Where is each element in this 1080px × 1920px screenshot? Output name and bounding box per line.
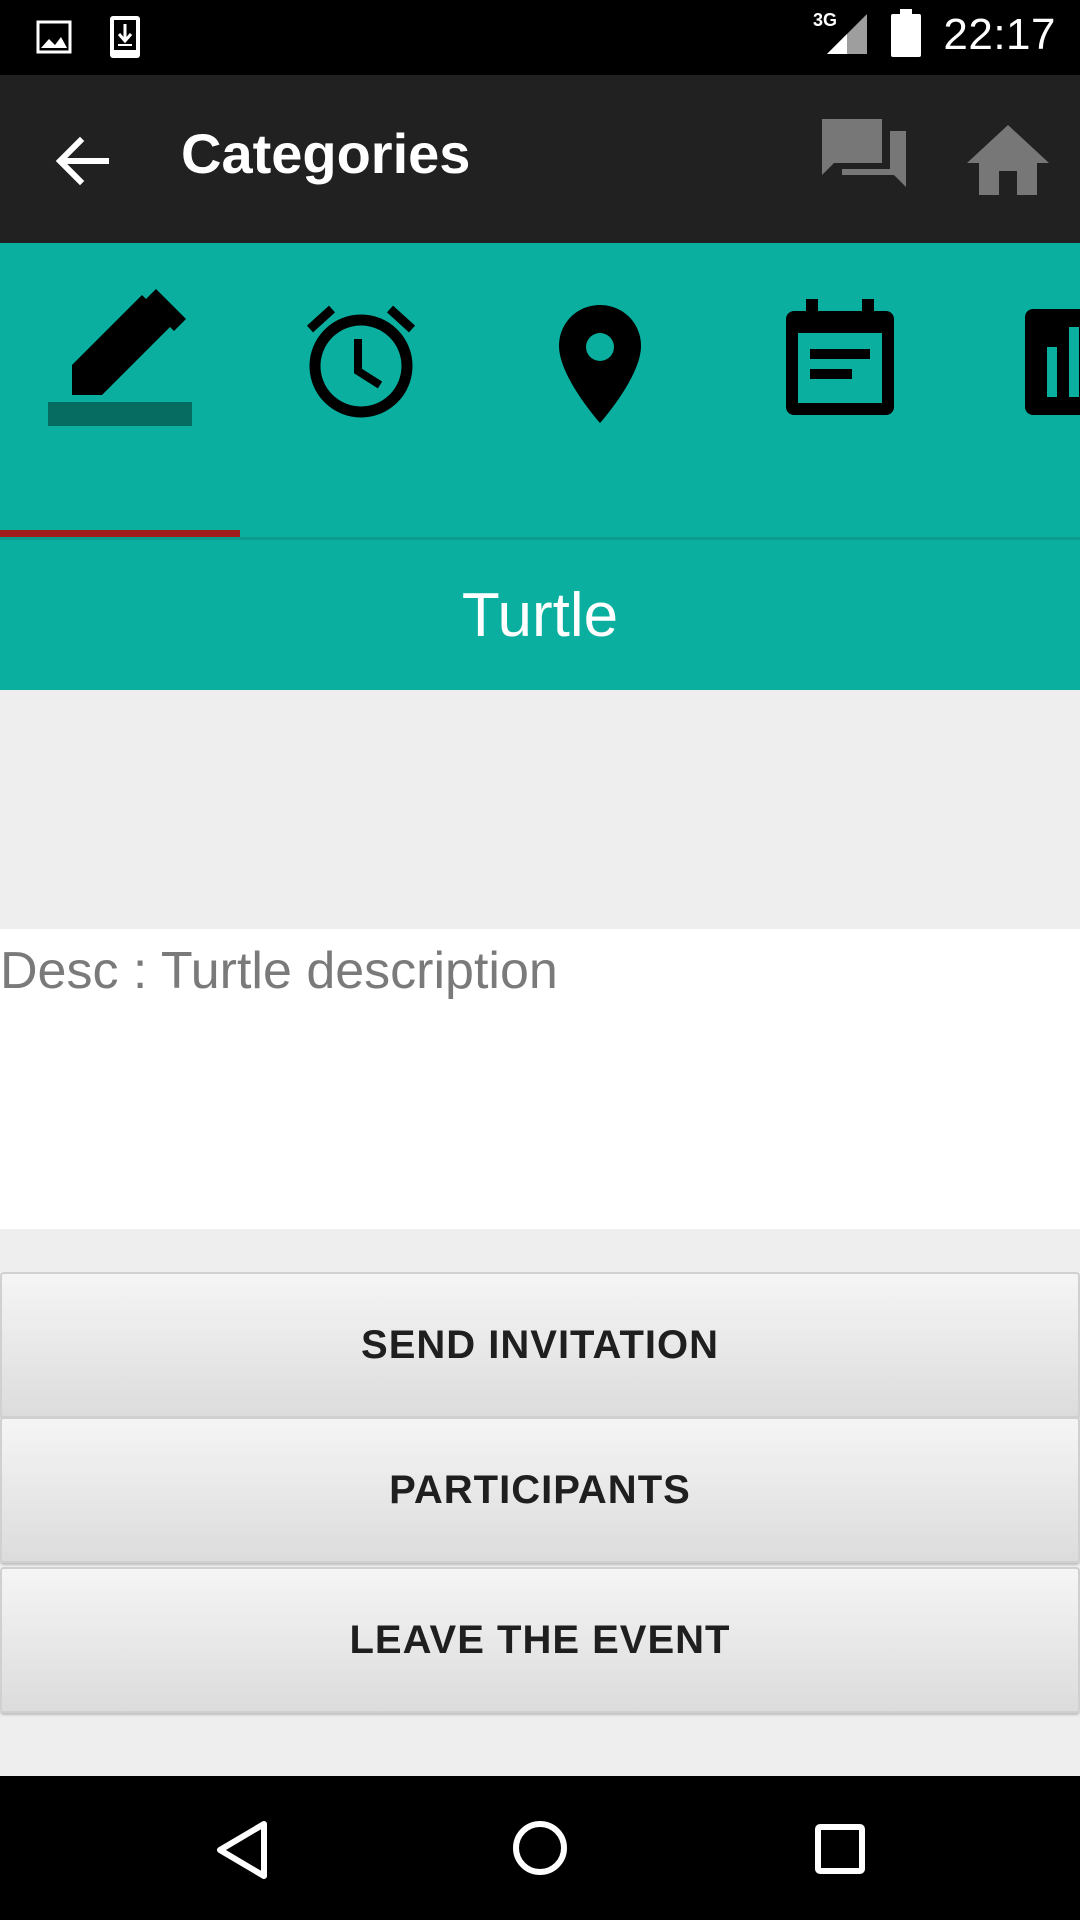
tab-alarm[interactable] bbox=[240, 243, 480, 540]
tab-edit[interactable] bbox=[0, 243, 240, 540]
page-title: Categories bbox=[181, 122, 471, 185]
app-bar: Categories bbox=[0, 75, 1080, 243]
tab-location[interactable] bbox=[480, 243, 720, 540]
description-area: Desc : Turtle description bbox=[0, 929, 1080, 1229]
home-circle-icon[interactable] bbox=[512, 1820, 568, 1880]
event-title: Turtle bbox=[0, 540, 1080, 690]
category-tabs bbox=[0, 243, 1080, 540]
tab-calendar[interactable] bbox=[720, 243, 960, 540]
download-icon bbox=[108, 14, 142, 64]
participants-button[interactable]: PARTICIPANTS bbox=[0, 1417, 1080, 1563]
event-description: Desc : Turtle description bbox=[0, 942, 558, 1000]
chat-icon[interactable] bbox=[820, 117, 910, 201]
send-invitation-button[interactable]: SEND INVITATION bbox=[0, 1272, 1080, 1418]
recents-square-icon[interactable] bbox=[815, 1824, 865, 1878]
arrow-back-icon[interactable] bbox=[50, 129, 114, 193]
edit-icon bbox=[48, 289, 192, 426]
chart-bar-icon bbox=[1025, 309, 1080, 415]
selected-tab-indicator bbox=[0, 530, 240, 539]
tab-stats[interactable] bbox=[960, 243, 1080, 540]
event-image-area bbox=[0, 690, 1080, 929]
image-icon bbox=[36, 20, 72, 58]
alarm-icon bbox=[306, 305, 416, 418]
status-time: 22:17 bbox=[943, 10, 1056, 59]
battery-icon bbox=[891, 9, 922, 61]
status-bar: 3G 22:17 bbox=[0, 0, 1080, 75]
system-nav-bar bbox=[0, 1776, 1080, 1920]
back-triangle-icon[interactable] bbox=[214, 1820, 270, 1884]
svg-text:3G: 3G bbox=[813, 10, 837, 30]
leave-event-button[interactable]: LEAVE THE EVENT bbox=[0, 1567, 1080, 1713]
signal-3g-icon: 3G bbox=[813, 8, 869, 62]
home-icon[interactable] bbox=[965, 121, 1051, 197]
calendar-note-icon bbox=[786, 299, 894, 415]
location-pin-icon bbox=[559, 305, 641, 423]
